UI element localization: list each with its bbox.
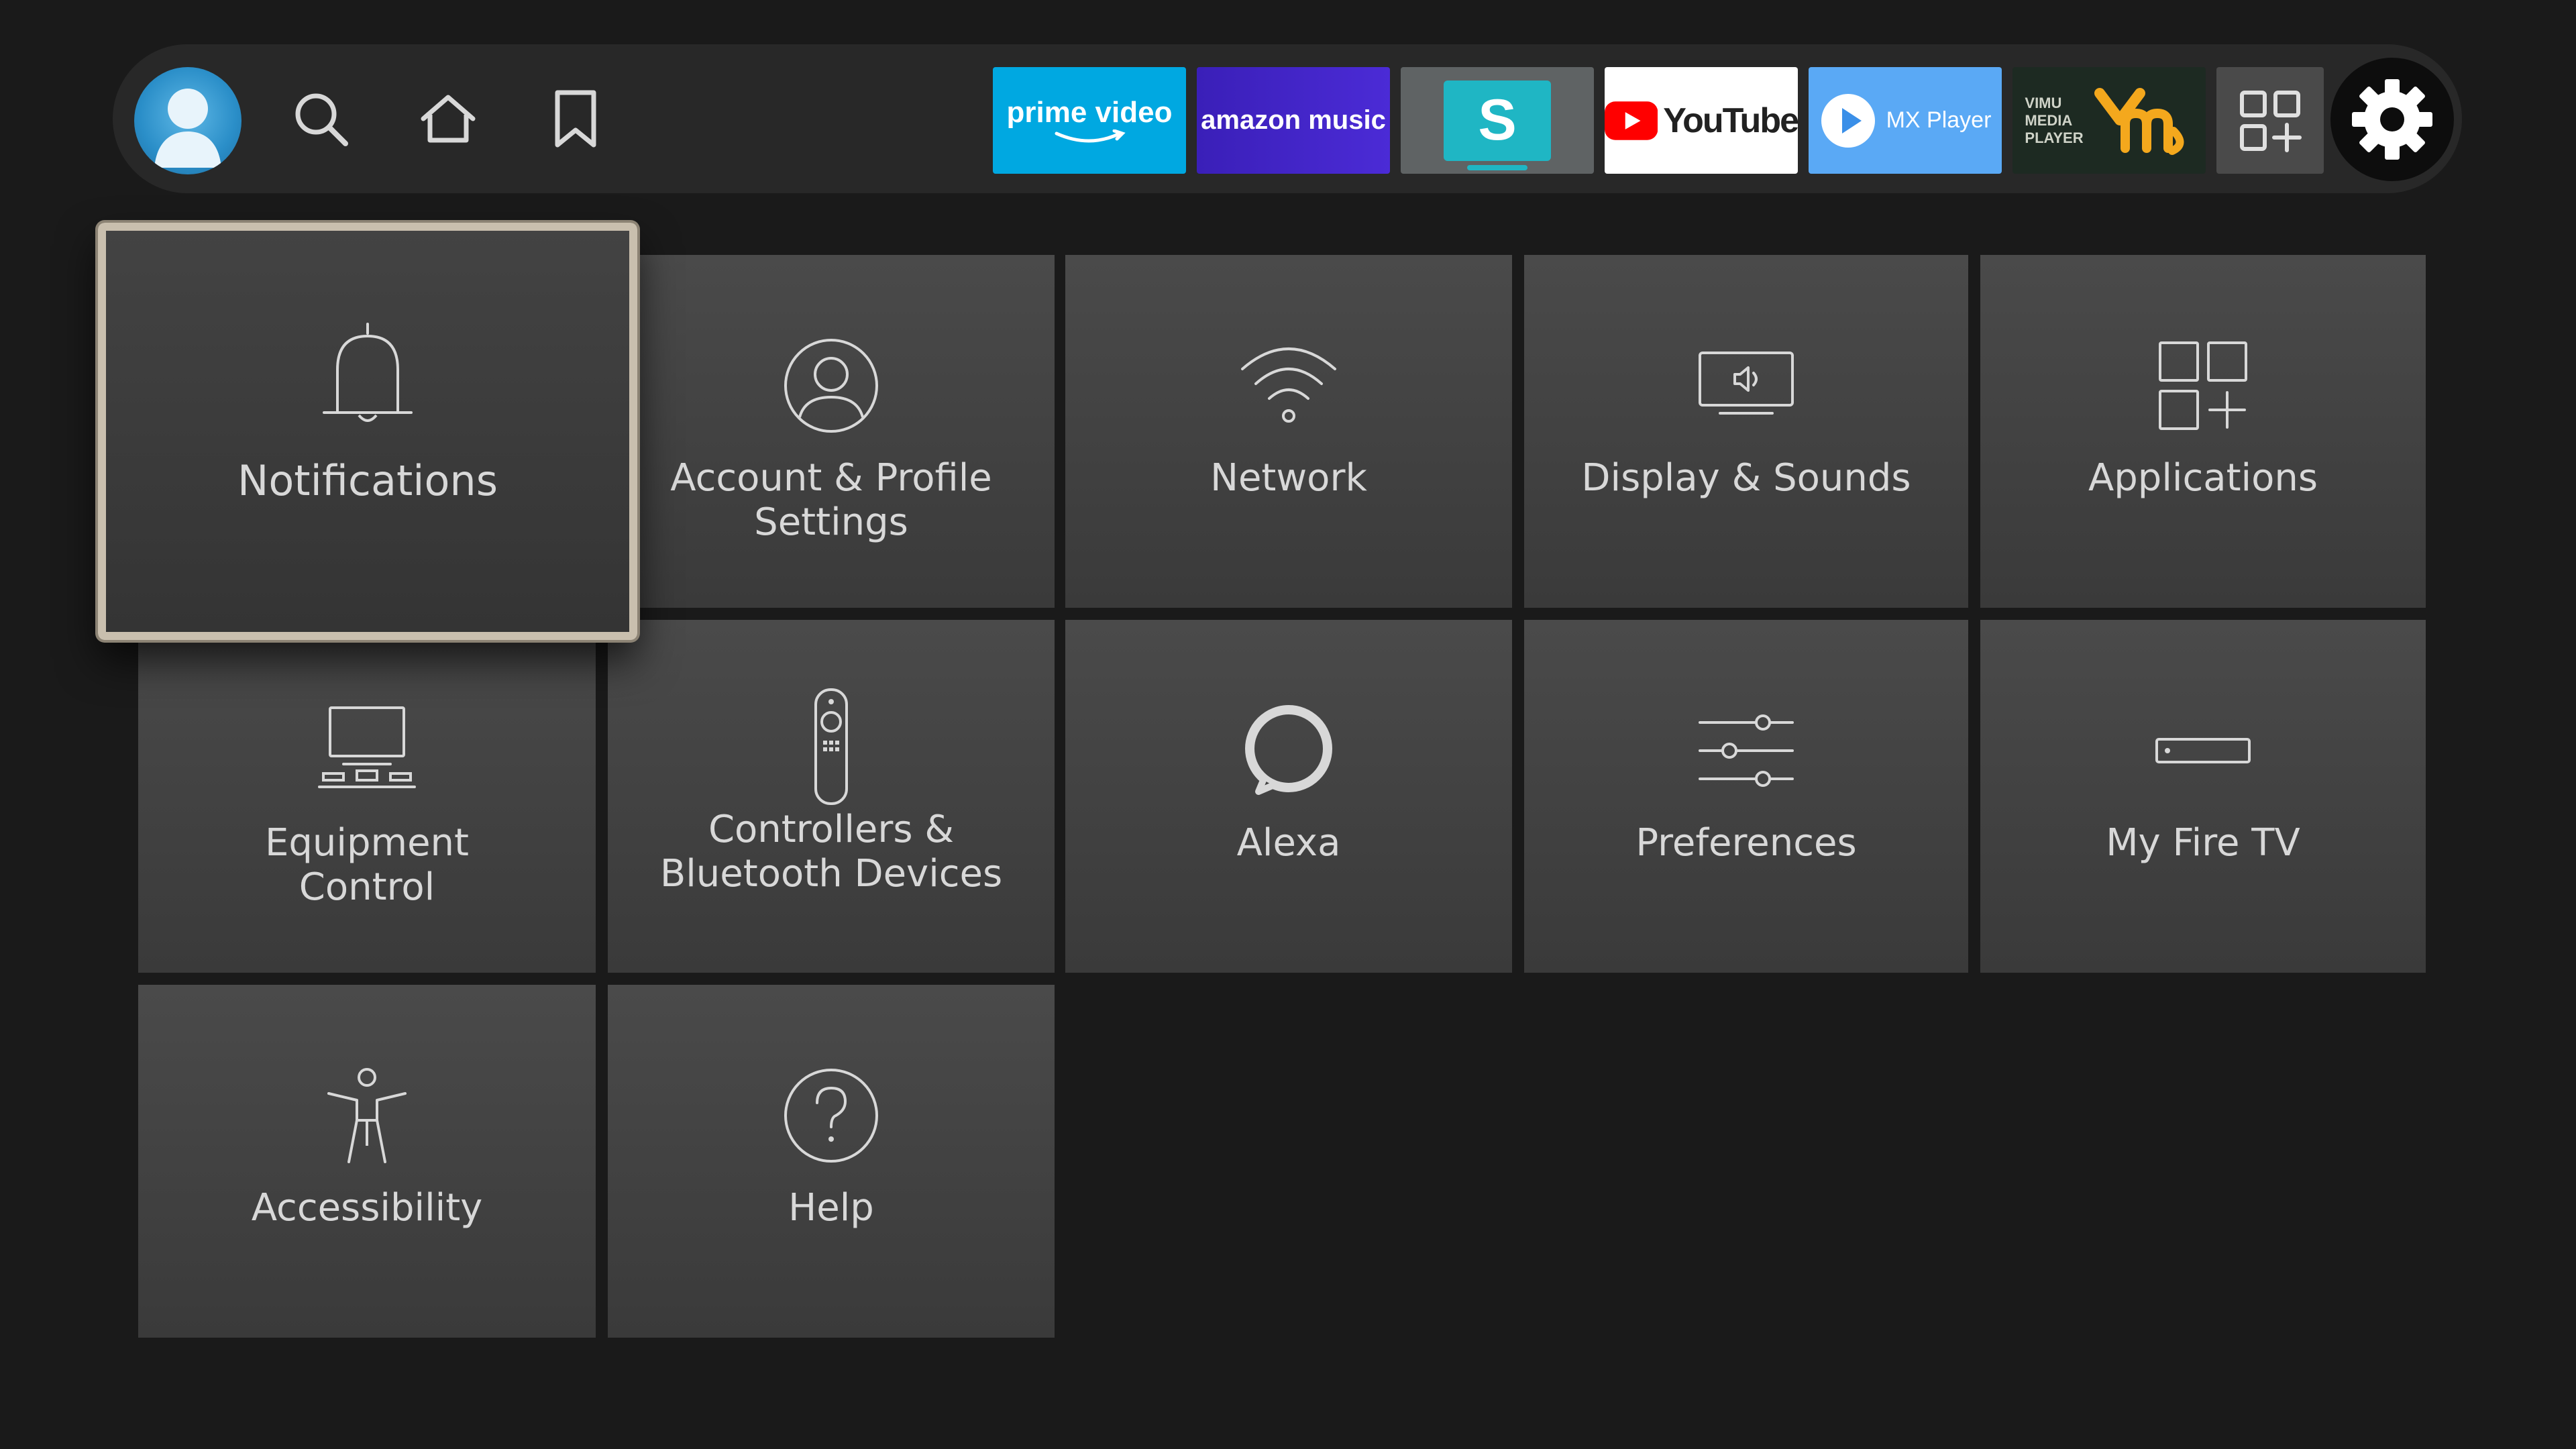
settings-button[interactable] bbox=[2330, 58, 2454, 181]
mx-player-logo-text: MX Player bbox=[1886, 107, 1992, 133]
amazon-music-logo-text: amazon music bbox=[1201, 105, 1386, 135]
tile-label: My Fire TV bbox=[2106, 821, 2300, 865]
tile-display-sounds[interactable]: Display & Sounds bbox=[1524, 255, 1968, 608]
tile-alexa[interactable]: Alexa bbox=[1065, 620, 1512, 973]
alexa-icon bbox=[1245, 705, 1332, 795]
vimu-text-line3: PLAYER bbox=[2025, 129, 2084, 146]
tile-label: Accessibility bbox=[251, 1186, 483, 1230]
tile-accessibility[interactable]: Accessibility bbox=[138, 985, 596, 1338]
tile-icon-wrap bbox=[1696, 700, 1796, 801]
tile-label: Display & Sounds bbox=[1581, 456, 1911, 500]
all-apps-button[interactable] bbox=[2216, 67, 2324, 174]
tile-icon-wrap bbox=[323, 1065, 411, 1166]
wifi-icon bbox=[1241, 347, 1336, 423]
tile-preferences[interactable]: Preferences bbox=[1524, 620, 1968, 973]
app-vimu-media-player[interactable]: VIMU MEDIA PLAYER bbox=[2012, 67, 2206, 174]
tile-icon-wrap bbox=[317, 323, 418, 425]
apps-grid-icon bbox=[2240, 90, 2302, 152]
home-button[interactable] bbox=[381, 44, 515, 193]
vimu-text-line2: MEDIA bbox=[2025, 111, 2073, 129]
watchlist-button[interactable] bbox=[508, 44, 643, 193]
tile-label: Alexa bbox=[1236, 821, 1341, 865]
bookmark-icon bbox=[555, 90, 596, 148]
search-button[interactable] bbox=[260, 44, 381, 193]
sling-logo: S bbox=[1444, 80, 1551, 170]
youtube-play-icon bbox=[1605, 101, 1658, 140]
apps-icon bbox=[2159, 341, 2247, 430]
tile-notifications[interactable]: Notifications bbox=[98, 223, 637, 640]
tile-icon-wrap bbox=[1696, 335, 1796, 436]
tile-icon-wrap bbox=[781, 335, 881, 436]
tile-controllers-bluetooth-devices[interactable]: Controllers & Bluetooth Devices bbox=[608, 620, 1055, 973]
mx-play-icon bbox=[1821, 93, 1875, 148]
vimu-text-line1: VIMU bbox=[2025, 94, 2062, 111]
tile-label: Controllers & Bluetooth Devices bbox=[659, 808, 1003, 896]
remote-icon bbox=[814, 688, 848, 805]
gear-icon bbox=[2352, 79, 2432, 160]
prime-smile-icon bbox=[1055, 129, 1126, 142]
sliders-icon bbox=[1699, 714, 1794, 787]
equipment-icon bbox=[318, 706, 416, 788]
tile-label: Equipment Control bbox=[265, 821, 469, 909]
youtube-logo-text: YouTube bbox=[1663, 101, 1798, 140]
tile-help[interactable]: Help bbox=[608, 985, 1055, 1338]
sling-underline bbox=[1467, 164, 1527, 170]
tile-account-profile-settings[interactable]: Account & Profile Settings bbox=[608, 255, 1055, 608]
person-icon bbox=[784, 339, 878, 433]
tile-icon-wrap bbox=[2153, 700, 2253, 801]
firetv-icon bbox=[2155, 738, 2251, 763]
tile-label: Help bbox=[788, 1186, 874, 1230]
tile-label: Applications bbox=[2088, 456, 2318, 500]
tile-label: Notifications bbox=[237, 456, 498, 505]
app-mx-player[interactable]: MX Player bbox=[1809, 67, 2002, 174]
display-icon bbox=[1699, 352, 1794, 415]
app-prime-video[interactable]: prime video bbox=[993, 67, 1186, 174]
tile-icon-wrap bbox=[808, 687, 855, 808]
tile-applications[interactable]: Applications bbox=[1980, 255, 2426, 608]
tile-equipment-control[interactable]: Equipment Control bbox=[138, 620, 596, 973]
tile-my-fire-tv[interactable]: My Fire TV bbox=[1980, 620, 2426, 973]
help-icon bbox=[784, 1069, 878, 1163]
app-sling-tv[interactable]: S bbox=[1401, 67, 1594, 174]
prime-video-logo-text: prime video bbox=[1006, 95, 1173, 129]
tile-label: Preferences bbox=[1635, 821, 1857, 865]
tile-icon-wrap bbox=[317, 700, 417, 801]
accessibility-icon bbox=[327, 1068, 407, 1163]
tile-label: Network bbox=[1210, 456, 1367, 500]
bell-icon bbox=[323, 323, 413, 422]
tile-icon-wrap bbox=[2156, 335, 2250, 436]
app-youtube[interactable]: YouTube bbox=[1605, 67, 1798, 174]
tile-icon-wrap bbox=[781, 1065, 881, 1166]
tile-label: Account & Profile Settings bbox=[670, 456, 992, 544]
search-icon bbox=[295, 93, 348, 146]
home-icon bbox=[421, 95, 476, 143]
tile-icon-wrap bbox=[1238, 700, 1339, 801]
tile-icon-wrap bbox=[1238, 335, 1339, 436]
tile-network[interactable]: Network bbox=[1065, 255, 1512, 608]
vimu-logo-icon bbox=[2094, 87, 2184, 155]
app-amazon-music[interactable]: amazon music bbox=[1197, 67, 1390, 174]
sling-letter: S bbox=[1478, 88, 1517, 152]
